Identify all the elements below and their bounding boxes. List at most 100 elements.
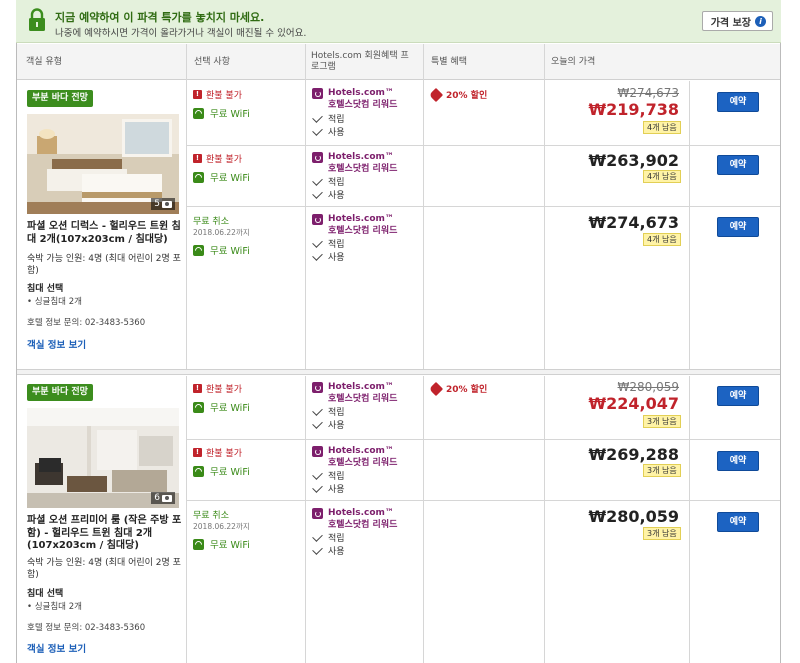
book-button[interactable]: 예약 (717, 451, 759, 471)
check-icon (312, 404, 323, 416)
alert-icon: ! (193, 90, 202, 99)
bed-select-label: 침대 선택 (27, 589, 64, 599)
rooms-left-badge: 3개 남음 (643, 527, 681, 540)
wifi-icon (193, 244, 204, 256)
price: ₩263,902 (588, 151, 679, 170)
free-cancellation: 무료 취소 (193, 217, 229, 227)
header-rewards: Hotels.com 회원혜택 프로그램 (311, 51, 409, 72)
hotels-com-icon (312, 152, 323, 163)
book-button[interactable]: 예약 (717, 155, 759, 175)
bed-select-label: 침대 선택 (27, 284, 64, 294)
header-special: 특별 혜택 (431, 56, 467, 67)
check-icon (312, 124, 323, 136)
original-price: ₩280,059 (617, 380, 680, 394)
check-icon (312, 417, 323, 429)
header-price: 오늘의 가격 (551, 56, 596, 67)
non-refundable: ! 환불 불가 (193, 382, 242, 395)
hotels-com-icon (312, 382, 323, 393)
reward-redeem: 사용 (312, 417, 345, 431)
hotels-rewards: Hotels.com™ 호텔스닷컴 리워드 (312, 381, 397, 405)
bed-option: • 싱글침대 2개 (27, 602, 82, 612)
check-icon (312, 174, 323, 186)
non-refundable: ! 환불 불가 (193, 152, 242, 165)
reward-earn: 적립 (312, 530, 345, 544)
hotels-rewards: Hotels.com™ 호텔스닷컴 리워드 (312, 87, 397, 111)
tag-icon (428, 381, 444, 396)
hotels-com-icon (312, 88, 323, 99)
price-guarantee-button[interactable]: 가격 보장 i (701, 11, 773, 31)
free-wifi: 무료 WiFi (193, 243, 250, 257)
bed-option: • 싱글침대 2개 (27, 297, 82, 307)
rooms-left-badge: 4개 남음 (643, 170, 681, 183)
wifi-icon (193, 171, 204, 183)
sale-price: ₩219,738 (588, 100, 679, 119)
hotels-rewards: Hotels.com™ 호텔스닷컴 리워드 (312, 151, 397, 175)
hotel-contact: 호텔 정보 문의: 02-3483-5360 (27, 623, 146, 633)
camera-icon (162, 200, 172, 208)
cancellation-deadline: 2018.06.22까지 (193, 228, 250, 237)
free-wifi: 무료 WiFi (193, 170, 250, 184)
reward-earn: 적립 (312, 404, 345, 418)
photo-count: 5 (151, 198, 175, 210)
free-wifi: 무료 WiFi (193, 464, 250, 478)
non-refundable: ! 환불 불가 (193, 88, 242, 101)
hotels-rewards: Hotels.com™ 호텔스닷컴 리워드 (312, 213, 397, 237)
check-icon (312, 530, 323, 542)
reward-redeem: 사용 (312, 187, 345, 201)
wifi-icon (193, 538, 204, 550)
room-occupancy: 숙박 가능 인원: 4명 (최대 어린이 2명 포함) (27, 254, 181, 276)
hotels-com-icon (312, 214, 323, 225)
alert-icon: ! (193, 448, 202, 457)
check-icon (312, 468, 323, 480)
room-name: 파셜 오션 디럭스 - 헐리우드 트윈 침대 2개(107x203cm / 침대… (27, 221, 181, 245)
header-options: 선택 사항 (194, 56, 230, 67)
book-button[interactable]: 예약 (717, 217, 759, 237)
book-button[interactable]: 예약 (717, 386, 759, 406)
price: ₩269,288 (588, 445, 679, 464)
price: ₩280,059 (588, 507, 679, 526)
reward-redeem: 사용 (312, 249, 345, 263)
hotels-com-icon (312, 508, 323, 519)
price: ₩274,673 (588, 213, 679, 232)
room-occupancy: 숙박 가능 인원: 4명 (최대 어린이 2명 포함) (27, 558, 181, 580)
hotel-contact: 호텔 정보 문의: 02-3483-5360 (27, 318, 146, 328)
rooms-left-badge: 3개 남음 (643, 415, 681, 428)
banner-title: 지금 예약하여 이 파격 특가를 놓치지 마세요. (55, 11, 265, 24)
discount-deal: 20% 할인 (428, 381, 487, 396)
lock-icon (29, 8, 45, 31)
urgency-banner: 지금 예약하여 이 파격 특가를 놓치지 마세요. 나중에 예약하시면 가격이 … (16, 0, 781, 43)
rooms-left-badge: 3개 남음 (643, 464, 681, 477)
table-header: 객실 유형 선택 사항 Hotels.com 회원혜택 프로그램 특별 혜택 오… (17, 44, 780, 80)
discount-deal: 20% 할인 (428, 87, 487, 102)
wifi-icon (193, 465, 204, 477)
check-icon (312, 249, 323, 261)
hotels-rewards: Hotels.com™ 호텔스닷컴 리워드 (312, 445, 397, 469)
free-wifi: 무료 WiFi (193, 106, 250, 120)
reward-redeem: 사용 (312, 481, 345, 495)
price-guarantee-label: 가격 보장 (710, 17, 751, 29)
reward-earn: 적립 (312, 468, 345, 482)
book-button[interactable]: 예약 (717, 92, 759, 112)
wifi-icon (193, 107, 204, 119)
room-info-link[interactable]: 객실 정보 보기 (27, 641, 86, 655)
check-icon (312, 481, 323, 493)
alert-icon: ! (193, 384, 202, 393)
non-refundable: ! 환불 불가 (193, 446, 242, 459)
reward-redeem: 사용 (312, 543, 345, 557)
room-info-link[interactable]: 객실 정보 보기 (27, 337, 86, 351)
rooms-left-badge: 4개 남음 (643, 121, 681, 134)
room-photo[interactable]: 6 (27, 408, 179, 508)
free-wifi: 무료 WiFi (193, 400, 250, 414)
reward-redeem: 사용 (312, 124, 345, 138)
alert-icon: ! (193, 154, 202, 163)
sale-price: ₩224,047 (588, 394, 679, 413)
room-photo[interactable]: 5 (27, 114, 179, 214)
camera-icon (162, 494, 172, 502)
reward-earn: 적립 (312, 236, 345, 250)
rooms-left-badge: 4개 남음 (643, 233, 681, 246)
view-badge: 부분 바다 전망 (27, 90, 93, 107)
free-cancellation: 무료 취소 (193, 511, 229, 521)
cancellation-deadline: 2018.06.22까지 (193, 522, 250, 531)
book-button[interactable]: 예약 (717, 512, 759, 532)
wifi-icon (193, 401, 204, 413)
